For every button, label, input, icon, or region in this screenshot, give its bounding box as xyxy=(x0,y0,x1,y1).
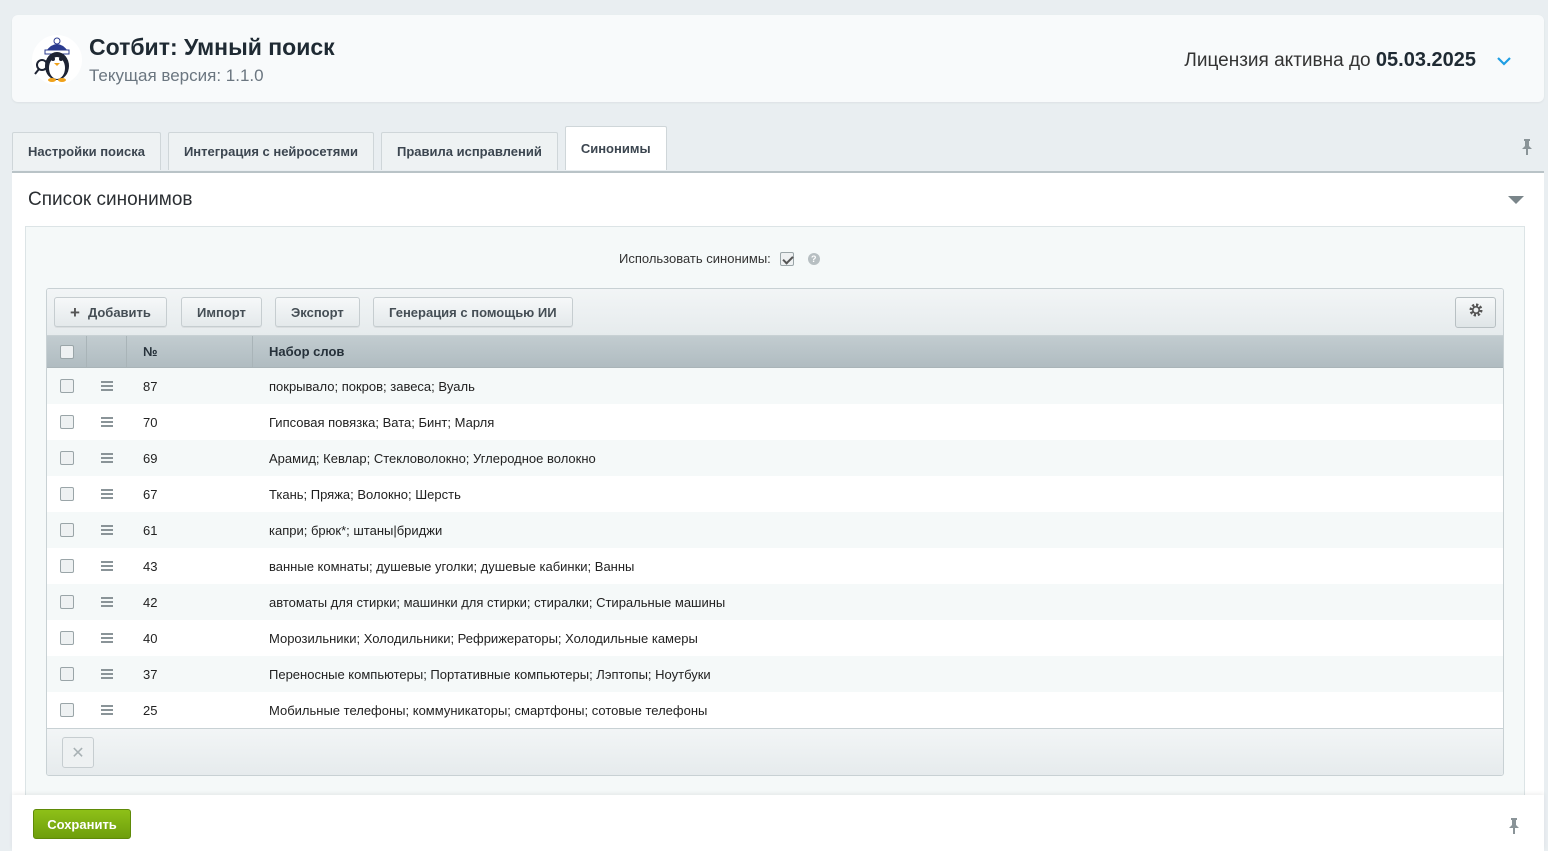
row-checkbox[interactable] xyxy=(60,631,74,645)
plus-icon: + xyxy=(70,302,80,322)
drag-handle-icon[interactable] xyxy=(101,705,113,715)
row-words: Переносные компьютеры; Портативные компь… xyxy=(269,666,711,682)
drag-handle-icon[interactable] xyxy=(101,669,113,679)
license-status: Лицензия активна до 05.03.2025 xyxy=(1184,49,1476,72)
row-words: Ткань; Пряжа; Волокно; Шерсть xyxy=(269,486,461,502)
row-number: 37 xyxy=(143,666,158,682)
pin-icon[interactable] xyxy=(1520,138,1534,156)
column-header-number[interactable]: № xyxy=(127,336,253,367)
table-row[interactable]: 69 Арамид; Кевлар; Стекловолокно; Углерод… xyxy=(47,440,1503,476)
row-words: автоматы для стирки; машинки для стирки;… xyxy=(269,594,726,610)
grid-header: № Набор слов xyxy=(47,336,1503,368)
row-checkbox[interactable] xyxy=(60,451,74,465)
row-number: 67 xyxy=(143,486,158,502)
row-words: Арамид; Кевлар; Стекловолокно; Углеродно… xyxy=(269,450,596,466)
bottom-action-bar: Сохранить xyxy=(12,795,1544,851)
use-synonyms-row: Использовать синонимы: ? xyxy=(619,251,820,266)
drag-handle-icon[interactable] xyxy=(101,597,113,607)
table-row[interactable]: 70 Гипсовая повязка; Вата; Бинт; Марля xyxy=(47,404,1503,440)
drag-handle-icon[interactable] xyxy=(101,417,113,427)
chevron-down-icon[interactable] xyxy=(1494,51,1514,71)
synonyms-panel: Список синонимов Использовать синонимы: … xyxy=(12,171,1544,816)
row-number: 87 xyxy=(143,378,158,394)
row-words: ванные комнаты; душевые уголки; душевые … xyxy=(269,558,635,574)
select-all-checkbox[interactable] xyxy=(59,344,74,359)
use-synonyms-checkbox[interactable] xyxy=(779,251,794,266)
drag-handle-icon[interactable] xyxy=(101,381,113,391)
table-row[interactable]: 87 покрывало; покров; завеса; Вуаль xyxy=(47,368,1503,404)
ai-generate-button[interactable]: Генерация с помощью ИИ xyxy=(373,297,573,327)
license-label: Лицензия активна до xyxy=(1184,50,1376,71)
row-number: 69 xyxy=(143,450,158,466)
header-drag-cell xyxy=(87,336,127,367)
row-checkbox[interactable] xyxy=(60,487,74,501)
pin-icon[interactable] xyxy=(1507,817,1521,835)
row-number: 25 xyxy=(143,702,158,718)
drag-handle-icon[interactable] xyxy=(101,453,113,463)
drag-handle-icon[interactable] xyxy=(101,633,113,643)
collapse-arrow-icon[interactable] xyxy=(1508,196,1524,204)
row-words: капри; брюк*; штаны|бриджи xyxy=(269,522,443,538)
row-words: Гипсовая повязка; Вата; Бинт; Марля xyxy=(269,414,495,430)
grid-settings-button[interactable] xyxy=(1455,297,1496,328)
row-words: Мобильные телефоны; коммуникаторы; смарт… xyxy=(269,702,708,718)
add-button-label: Добавить xyxy=(87,304,151,320)
tab-correction-rules[interactable]: Правила исправлений xyxy=(381,132,558,170)
use-synonyms-label: Использовать синонимы: xyxy=(619,251,771,266)
row-number: 42 xyxy=(143,594,158,610)
row-number: 40 xyxy=(143,630,158,646)
tab-bar: Настройки поиска Интеграция с нейросетям… xyxy=(12,126,667,172)
help-icon[interactable]: ? xyxy=(807,252,820,265)
grid-body: 87 покрывало; покров; завеса; Вуаль 70 Гип… xyxy=(47,368,1503,728)
synonyms-grid: + Добавить Импорт Экспорт Генерация с пом… xyxy=(46,288,1504,776)
row-checkbox[interactable] xyxy=(60,379,74,393)
tab-search-settings[interactable]: Настройки поиска xyxy=(12,132,161,170)
row-number: 43 xyxy=(143,558,158,574)
row-number: 61 xyxy=(143,522,158,538)
save-button[interactable]: Сохранить xyxy=(33,809,131,839)
drag-handle-icon[interactable] xyxy=(101,561,113,571)
grid-toolbar: + Добавить Импорт Экспорт Генерация с пом… xyxy=(47,289,1503,336)
table-row[interactable]: 40 Морозильники; Холодильники; Рефрижерат… xyxy=(47,620,1503,656)
row-words: Морозильники; Холодильники; Рефрижератор… xyxy=(269,630,698,646)
column-header-words[interactable]: Набор слов xyxy=(253,336,1503,367)
table-row[interactable]: 61 капри; брюк*; штаны|бриджи xyxy=(47,512,1503,548)
row-checkbox[interactable] xyxy=(60,415,74,429)
close-icon: ✕ xyxy=(71,744,85,762)
row-checkbox[interactable] xyxy=(60,523,74,537)
license-date: 05.03.2025 xyxy=(1375,49,1476,71)
app-header: Сотбит: Умный поиск Текущая версия: 1.1.… xyxy=(12,15,1544,102)
section-title: Список синонимов xyxy=(28,189,193,210)
row-checkbox[interactable] xyxy=(60,667,74,681)
import-button[interactable]: Импорт xyxy=(181,297,262,327)
table-row[interactable]: 42 автоматы для стирки; машинки для стирк… xyxy=(47,584,1503,620)
app-title: Сотбит: Умный поиск xyxy=(89,34,335,60)
add-button[interactable]: + Добавить xyxy=(54,297,167,327)
row-words: покрывало; покров; завеса; Вуаль xyxy=(269,378,475,394)
table-row[interactable]: 67 Ткань; Пряжа; Волокно; Шерсть xyxy=(47,476,1503,512)
row-checkbox[interactable] xyxy=(60,559,74,573)
delete-selected-button[interactable]: ✕ xyxy=(62,737,94,768)
penguin-logo-icon xyxy=(32,35,82,85)
tab-neural-integration[interactable]: Интеграция с нейросетями xyxy=(167,132,374,170)
section-body: Использовать синонимы: ? + Добавить Импор… xyxy=(25,226,1525,816)
table-row[interactable]: 43 ванные комнаты; душевые уголки; душевы… xyxy=(47,548,1503,584)
drag-handle-icon[interactable] xyxy=(101,489,113,499)
header-checkbox-cell xyxy=(47,336,87,367)
grid-footer: ✕ xyxy=(47,728,1503,775)
export-button[interactable]: Экспорт xyxy=(275,297,360,327)
row-checkbox[interactable] xyxy=(60,703,74,717)
tab-synonyms[interactable]: Синонимы xyxy=(564,126,667,170)
table-row[interactable]: 37 Переносные компьютеры; Портативные ком… xyxy=(47,656,1503,692)
row-number: 70 xyxy=(143,414,158,430)
table-row[interactable]: 25 Мобильные телефоны; коммуникаторы; сма… xyxy=(47,692,1503,728)
app-version: Текущая версия: 1.1.0 xyxy=(89,66,264,85)
drag-handle-icon[interactable] xyxy=(101,525,113,535)
gear-icon xyxy=(1468,302,1484,323)
row-checkbox[interactable] xyxy=(60,595,74,609)
